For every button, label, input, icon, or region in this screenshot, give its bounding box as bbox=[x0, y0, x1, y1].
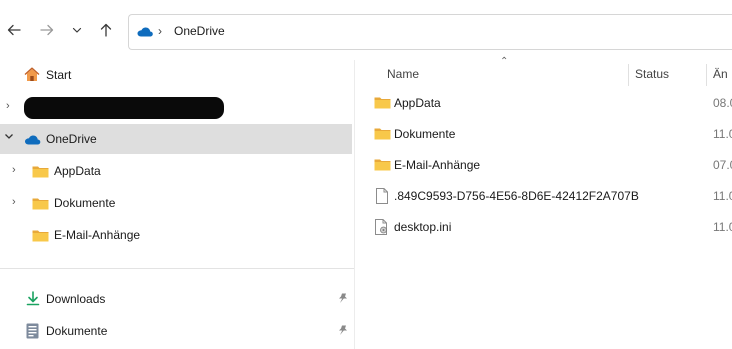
sidebar-item-label: Downloads bbox=[46, 292, 106, 306]
settings-file-icon bbox=[375, 219, 387, 235]
sidebar-item-downloads[interactable]: Downloads bbox=[0, 284, 352, 314]
file-modified-date: 08.0 bbox=[713, 96, 732, 110]
back-button[interactable] bbox=[0, 16, 28, 44]
chevron-right-icon[interactable]: › bbox=[12, 196, 16, 208]
file-list: ⌃ Name Status Än AppData 08.0 Dokumente … bbox=[356, 56, 732, 349]
up-button[interactable] bbox=[92, 16, 120, 44]
sidebar-divider bbox=[0, 268, 354, 269]
column-divider[interactable] bbox=[628, 64, 629, 86]
back-arrow-icon bbox=[7, 24, 21, 36]
column-header-status[interactable]: Status bbox=[635, 67, 669, 81]
file-row[interactable]: .849C9593-D756-4E56-8D6E-42412F2A707B 11… bbox=[356, 181, 732, 211]
file-row[interactable]: E-Mail-Anhänge 07.0 bbox=[356, 150, 732, 180]
file-modified-date: 11.0 bbox=[713, 220, 732, 234]
folder-icon bbox=[32, 230, 49, 242]
chevron-expanded-icon[interactable] bbox=[4, 131, 14, 144]
folder-icon bbox=[374, 159, 391, 171]
forward-button[interactable] bbox=[33, 16, 61, 44]
sidebar-item-label: AppData bbox=[54, 164, 101, 178]
sidebar-item-label: E-Mail-Anhänge bbox=[54, 228, 141, 242]
file-modified-date: 11.0 bbox=[713, 189, 732, 203]
redaction-mark bbox=[24, 97, 224, 119]
pin-icon[interactable] bbox=[338, 293, 348, 304]
file-modified-date: 07.0 bbox=[713, 158, 732, 172]
documents-icon bbox=[26, 323, 39, 339]
chevron-down-icon bbox=[72, 27, 82, 33]
sidebar-item-start[interactable]: Start bbox=[0, 60, 352, 90]
pane-divider[interactable] bbox=[354, 60, 355, 349]
onedrive-cloud-icon bbox=[137, 27, 153, 37]
chevron-right-icon[interactable]: › bbox=[6, 100, 10, 112]
breadcrumb-onedrive[interactable]: OneDrive bbox=[174, 24, 225, 38]
forward-arrow-icon bbox=[40, 24, 54, 36]
sidebar-item-label: Dokumente bbox=[46, 324, 108, 338]
folder-icon bbox=[32, 166, 49, 178]
home-icon bbox=[24, 67, 40, 81]
folder-icon bbox=[374, 128, 391, 140]
navigation-pane: Start › OneDrive › AppData › Dokumente E… bbox=[0, 60, 356, 349]
sidebar-item-onedrive[interactable]: OneDrive bbox=[0, 124, 352, 154]
file-name: desktop.ini bbox=[394, 220, 452, 234]
sidebar-item-dokumente-quick[interactable]: Dokumente bbox=[0, 316, 352, 346]
sidebar-item-label: Start bbox=[46, 68, 72, 82]
file-name: .849C9593-D756-4E56-8D6E-42412F2A707B bbox=[394, 189, 639, 203]
column-header-name[interactable]: Name bbox=[387, 67, 419, 81]
file-row[interactable]: Dokumente 11.0 bbox=[356, 119, 732, 149]
file-row[interactable]: desktop.ini 11.0 bbox=[356, 212, 732, 242]
sidebar-item-label: Dokumente bbox=[54, 196, 116, 210]
file-name: AppData bbox=[394, 96, 441, 110]
recent-locations-button[interactable] bbox=[63, 16, 91, 44]
address-bar[interactable]: › OneDrive bbox=[128, 14, 732, 50]
pin-icon[interactable] bbox=[338, 325, 348, 336]
sort-ascending-icon: ⌃ bbox=[500, 56, 509, 67]
file-name: Dokumente bbox=[394, 127, 456, 141]
folder-icon bbox=[374, 97, 391, 109]
sidebar-item-email-anhaenge[interactable]: E-Mail-Anhänge bbox=[0, 220, 352, 250]
column-divider[interactable] bbox=[706, 64, 707, 86]
breadcrumb-separator-icon: › bbox=[158, 24, 162, 38]
file-name: E-Mail-Anhänge bbox=[394, 158, 481, 172]
sidebar-item-label: OneDrive bbox=[46, 132, 97, 146]
file-row[interactable]: AppData 08.0 bbox=[356, 88, 732, 118]
chevron-right-icon[interactable]: › bbox=[12, 164, 16, 176]
column-header-modified[interactable]: Än bbox=[713, 67, 728, 81]
onedrive-cloud-icon bbox=[25, 135, 41, 145]
sidebar-item-appdata[interactable]: › AppData bbox=[0, 156, 352, 186]
blank-file-icon bbox=[376, 188, 388, 204]
sidebar-item-dokumente[interactable]: › Dokumente bbox=[0, 188, 352, 218]
file-modified-date: 11.0 bbox=[713, 127, 732, 141]
up-arrow-icon bbox=[100, 23, 112, 37]
navigation-bar: › OneDrive bbox=[0, 0, 732, 60]
folder-icon bbox=[32, 198, 49, 210]
download-icon bbox=[26, 291, 40, 306]
